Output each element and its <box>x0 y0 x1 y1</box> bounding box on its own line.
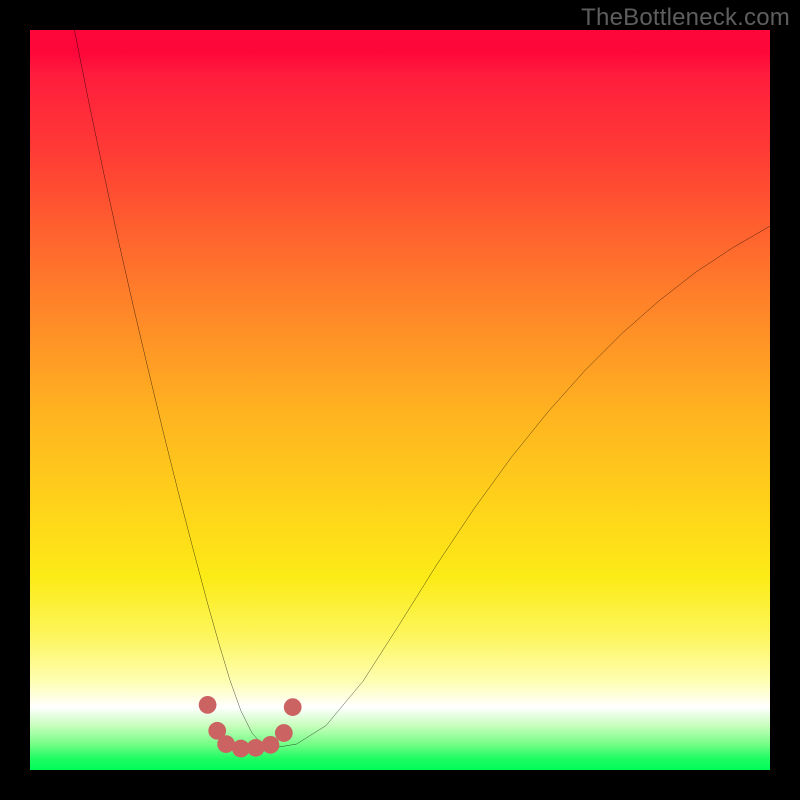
chart-svg <box>30 30 770 770</box>
valley-dot <box>262 736 280 754</box>
valley-dots <box>199 696 302 757</box>
plot-area <box>30 30 770 770</box>
valley-dot <box>275 724 293 742</box>
valley-dot <box>247 739 265 757</box>
chart-frame: TheBottleneck.com <box>0 0 800 800</box>
valley-dot <box>199 696 217 714</box>
bottleneck-curve <box>74 30 770 748</box>
valley-dot <box>284 698 302 716</box>
watermark-text: TheBottleneck.com <box>581 4 790 32</box>
